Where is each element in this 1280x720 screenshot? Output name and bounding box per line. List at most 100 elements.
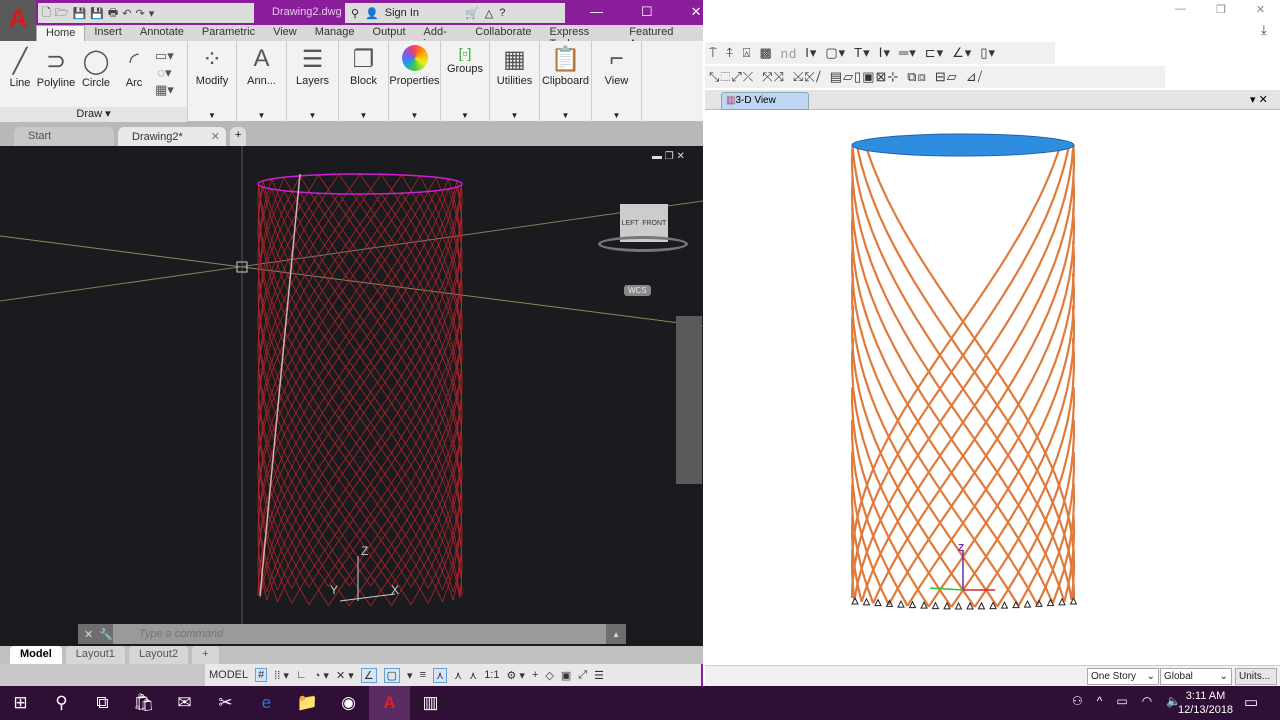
new-tab-button[interactable]: + [230,127,247,146]
ellipse-icon[interactable]: ◌▾ [155,64,174,81]
clock[interactable]: 3:11 AM 12/13/2018 [1178,689,1233,717]
close-button[interactable]: ✕ [1256,3,1265,16]
sign-in-button[interactable]: Sign In [385,7,419,19]
annotation-scale-icon[interactable]: ⋏ [469,669,477,682]
action-center-icon[interactable]: ▭ [1244,693,1258,711]
drawing-viewport[interactable]: ▬ ❐ ✕ LEFT FRONT WCS Z Y X [0,146,703,646]
polar-icon[interactable]: ◔ ▾ [314,669,329,682]
binoculars-icon[interactable]: ⚲ [351,7,359,20]
chrome-icon[interactable]: ◉ [328,686,369,720]
i-section-icon[interactable]: I▾ [805,45,817,61]
grid-icon[interactable]: # [255,668,268,682]
units-button[interactable]: Units... [1235,668,1277,685]
plus-icon[interactable]: + [532,669,538,681]
arc-button[interactable]: ◜ Arc [116,43,152,103]
tab-drawing2[interactable]: Drawing2* ✕ [118,127,226,146]
circle-button[interactable]: ◯ Circle [78,43,114,103]
annotation-visibility-icon[interactable]: ⋏ [433,667,448,683]
save-icon[interactable]: 💾 [73,7,87,20]
menu-icon[interactable]: ☰ [594,669,604,682]
cart-icon[interactable]: 🛒 [465,7,479,20]
osnap-tracking-icon[interactable]: ∠ [360,667,377,683]
mail-icon[interactable]: ✉ [164,686,205,720]
hardware-acceleration-icon[interactable]: ▣ [561,669,571,682]
tab-view[interactable]: View [264,25,306,41]
battery-icon[interactable]: ▭ [1116,694,1127,708]
autoscale-icon[interactable]: ⋏ [454,669,462,682]
link-icon[interactable]: ⍓ [743,45,752,61]
customize-icon[interactable]: ▾ [149,7,155,20]
tab-featured-apps[interactable]: Featured Apps [620,25,703,50]
autocad-taskbar-icon[interactable]: A [369,686,410,720]
area-icon[interactable]: ▩ [759,45,772,61]
isolate-icon[interactable]: ◇ [545,669,553,682]
utilities-panel[interactable]: ▦ Utilities ▼ [490,41,540,122]
tab-output[interactable]: Output [364,25,415,41]
viewcube-left[interactable]: LEFT [622,220,639,227]
store-icon[interactable]: 🛍 [123,686,164,720]
tab-add-ins[interactable]: Add-ins [415,25,467,50]
restraint-icon[interactable]: ⍑ [709,45,718,61]
joist-icon[interactable]: ═▾ [899,45,917,61]
column-section-icon[interactable]: Ⅰ▾ [879,45,891,61]
view-tab-controls[interactable]: ▾ ✕ [1250,93,1268,106]
navigation-bar[interactable] [676,316,702,484]
undo-icon[interactable]: ↶ [122,7,131,20]
groups-panel[interactable]: [▫] Groups ▼ [441,41,490,122]
tab-parametric[interactable]: Parametric [193,25,264,41]
save-as-icon[interactable]: 💾 [90,7,104,20]
tee-section-icon[interactable]: T▾ [854,45,870,61]
line-button[interactable]: ╱ Line [2,43,38,103]
fullscreen-icon[interactable]: ⤢ [578,669,587,682]
download-icon[interactable]: ⤓ [1261,22,1267,38]
new-icon[interactable]: 🗋 [42,4,51,23]
close-cmd-icon[interactable]: ✕ [78,628,99,641]
hatch-icon[interactable]: ▦▾ [155,81,174,98]
tab-layout1[interactable]: Layout1 [65,646,125,664]
command-input[interactable] [112,624,607,644]
minimize-button[interactable]: — [1175,3,1186,16]
snipping-tool-icon[interactable]: ✂ [205,686,246,720]
tab-3d-view[interactable]: ▥3-D View [721,92,809,110]
tab-home[interactable]: Home [36,25,86,41]
tab-collaborate[interactable]: Collaborate [466,25,540,41]
viewcube-compass[interactable] [598,236,688,252]
clipboard-panel[interactable]: 📋 Clipboard ▼ [540,41,592,122]
viewport-controls[interactable]: ▬ ❐ ✕ [652,151,685,162]
draw-brace-icon[interactable]: ⤡⬚⤢⤫ [709,69,754,85]
story-select[interactable]: One Story ⌄ [1087,668,1159,685]
wrench-icon[interactable]: 🔧 [99,628,113,641]
task-view-icon[interactable]: ⧉ [82,686,123,720]
wifi-icon[interactable]: ◠ [1142,694,1152,708]
tab-layout2[interactable]: Layout2 [128,646,189,664]
draw-floor-icon[interactable]: ▤▱▯▣⊠⊹ [830,69,900,85]
help-icon[interactable]: ? [499,7,505,19]
model-space-button[interactable]: MODEL [209,669,248,681]
tab-insert[interactable]: Insert [85,25,131,41]
restore-button[interactable]: ❐ [1216,3,1226,16]
ortho-icon[interactable]: ∟ [296,669,307,681]
coord-system-select[interactable]: Global ⌄ [1160,668,1232,685]
polyline-button[interactable]: ⊃ Polyline [36,43,76,103]
wcs-menu[interactable]: WCS [624,285,651,296]
application-menu-button[interactable]: A [0,0,36,46]
box-section-icon[interactable]: ▢▾ [825,45,846,61]
minimize-button[interactable]: — [590,4,603,20]
draw-wall-icon[interactable]: ⧉⧈ [907,69,927,85]
block-panel[interactable]: ❐ Block ▼ [339,41,389,122]
tab-model[interactable]: Model [10,646,62,664]
draw-opening-icon[interactable]: ⊟▱ [935,69,958,85]
people-icon[interactable]: ⚇ [1072,694,1083,708]
a360-icon[interactable]: △ [485,7,493,20]
tab-express-tools[interactable]: Express Tools [541,25,621,50]
draw-column-icon[interactable]: ⤩⤪⧸ [793,69,822,85]
layers-panel[interactable]: ☰ Layers ▼ [287,41,339,122]
rectangle-icon[interactable]: ▭▾ [155,47,174,64]
maximize-button[interactable]: ☐ [641,4,653,20]
search-icon[interactable]: ⚲ [41,686,82,720]
command-history-icon[interactable]: ▲ [606,630,626,639]
draw-beam-icon[interactable]: ⤧⤨ [762,69,785,85]
osnap-icon[interactable]: ▢ [383,667,401,683]
redo-icon[interactable]: ↷ [136,7,145,20]
add-layout-button[interactable]: + [192,646,219,664]
